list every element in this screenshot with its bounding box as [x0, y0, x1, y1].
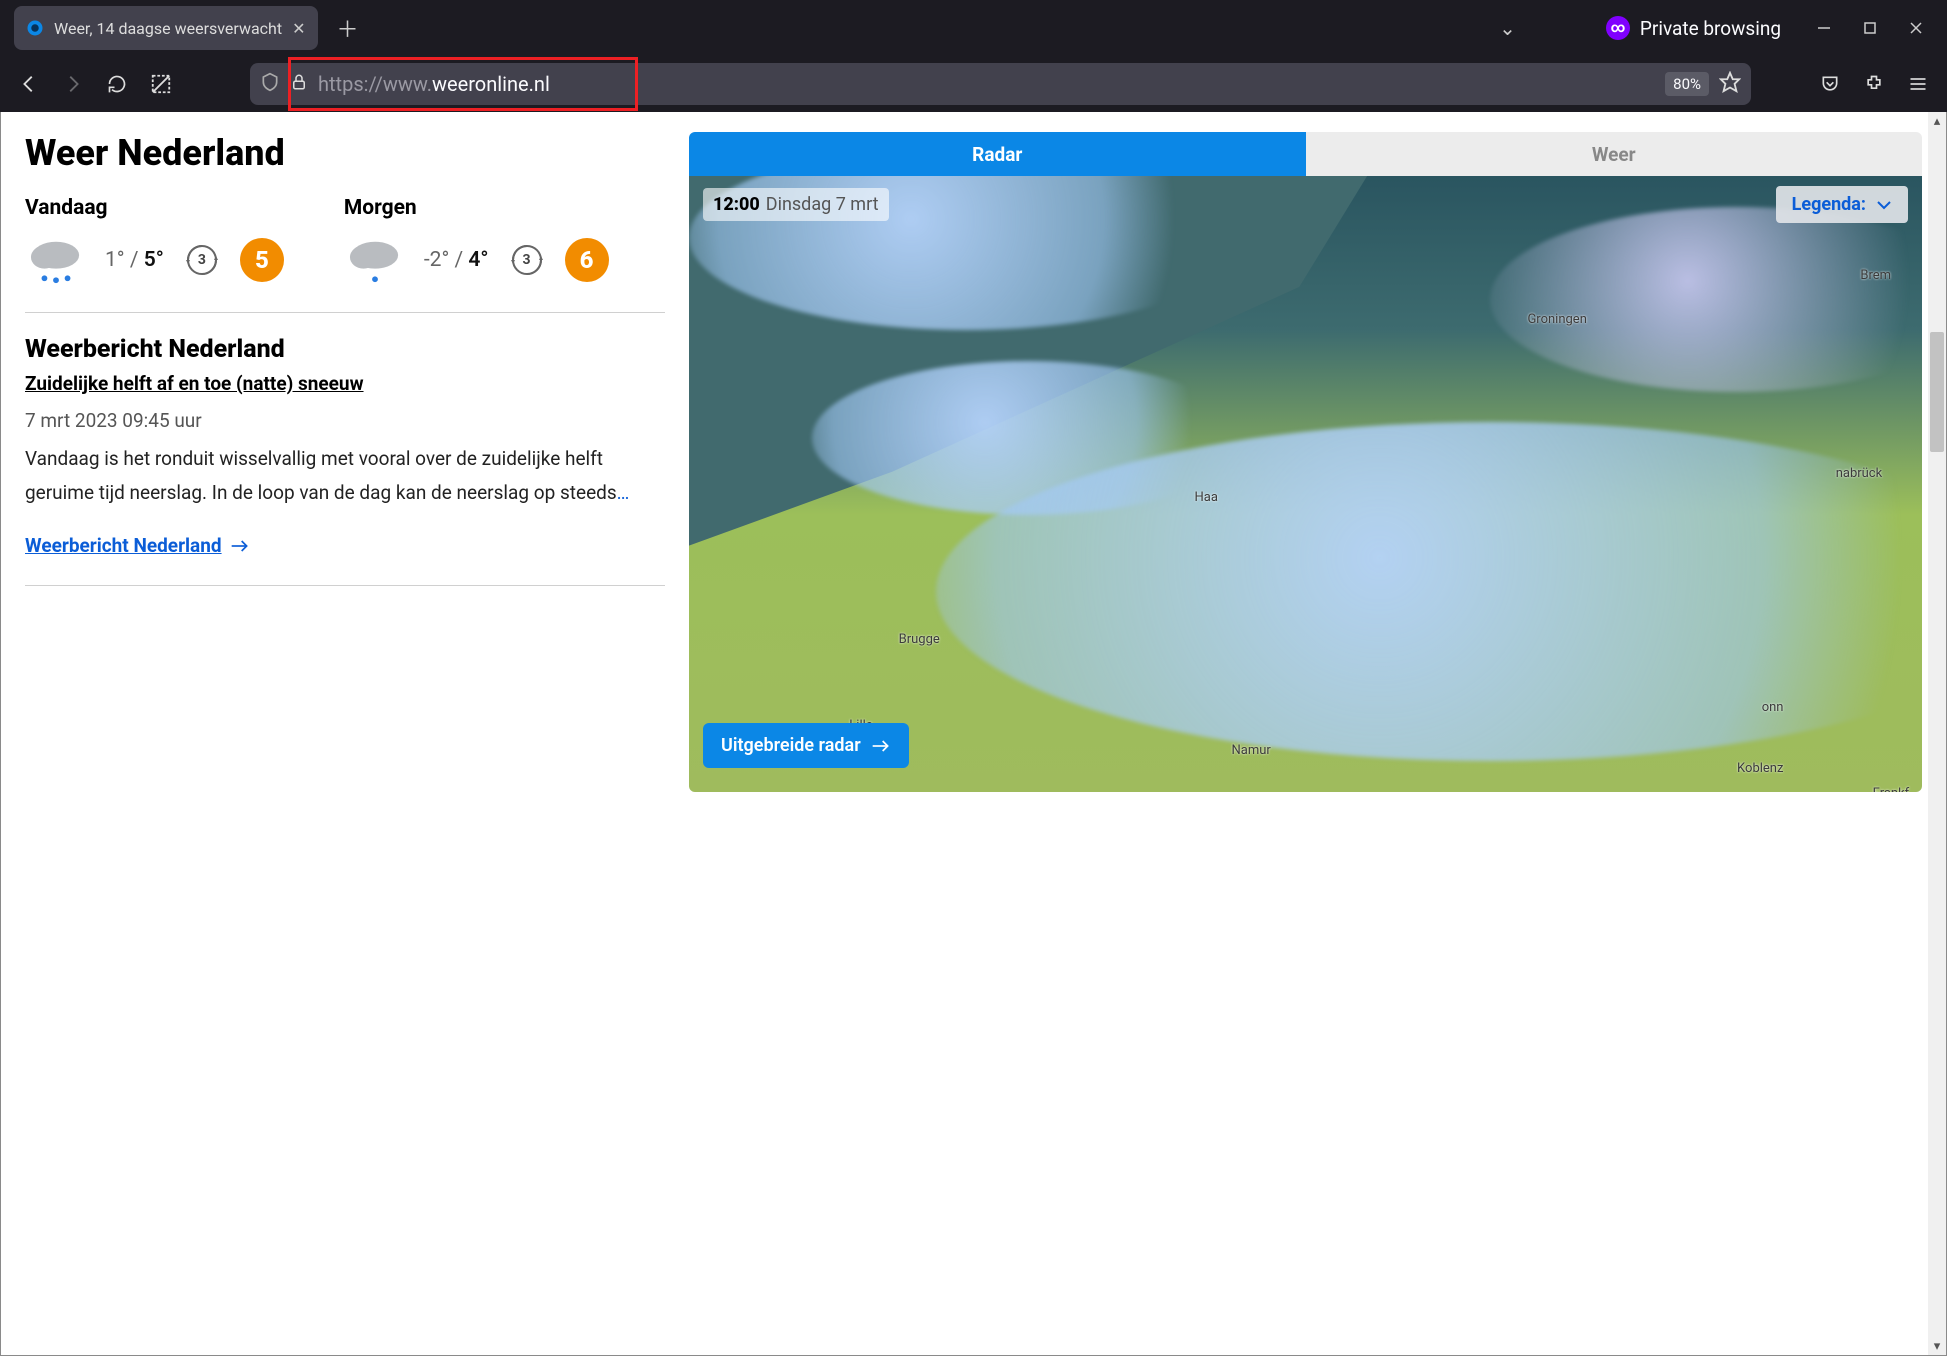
window-maximize-button[interactable]: [1847, 9, 1893, 47]
today-wind-icon: 3: [182, 240, 222, 280]
map-city-label: Koblenz: [1737, 761, 1783, 776]
expand-radar-button[interactable]: Uitgebreide radar: [703, 723, 909, 768]
divider: [25, 585, 665, 586]
cloud-rain-icon: [25, 234, 87, 286]
cloud-drizzle-icon: [344, 234, 406, 286]
legend-button[interactable]: Legenda:: [1776, 186, 1908, 223]
browser-tab[interactable]: Weer, 14 daagse weersverwacht ✕: [14, 6, 318, 50]
window-close-button[interactable]: [1893, 9, 1939, 47]
forward-button[interactable]: [54, 65, 92, 103]
radar-widget: Radar Weer Groningen Brem nabrück Haa Brugge…: [689, 132, 1922, 792]
tabs-dropdown-icon[interactable]: ⌄: [1499, 16, 1516, 40]
tomorrow-label: Morgen: [344, 196, 609, 220]
zoom-badge[interactable]: 80%: [1665, 72, 1709, 96]
tab-title: Weer, 14 daagse weersverwacht: [54, 19, 282, 38]
tab-radar[interactable]: Radar: [689, 132, 1306, 176]
chevron-down-icon: [1876, 199, 1892, 211]
report-subheading[interactable]: Zuidelijke helft af en toe (natte) sneeu…: [25, 372, 665, 395]
reload-button[interactable]: [98, 65, 136, 103]
arrow-right-icon: [230, 538, 250, 554]
weather-favicon: [26, 19, 44, 37]
today-label: Vandaag: [25, 196, 284, 220]
map-city-label: Brem: [1860, 268, 1891, 283]
scroll-up-icon[interactable]: ▴: [1928, 112, 1946, 130]
report-body: Vandaag is het ronduit wisselvallig met …: [25, 442, 665, 510]
tomorrow-temps: -2° / 4°: [424, 248, 489, 272]
forecast-tomorrow[interactable]: Morgen -2° / 4° 3 6: [344, 196, 609, 286]
bookmark-star-icon[interactable]: [1719, 71, 1741, 97]
pocket-button[interactable]: [1811, 65, 1849, 103]
tomorrow-rating-badge: 6: [565, 238, 609, 282]
map-city-label: onn: [1762, 700, 1784, 715]
shield-icon[interactable]: [260, 72, 280, 96]
report-full-link[interactable]: Weerbericht Nederland: [25, 534, 250, 557]
scroll-down-icon[interactable]: ▾: [1928, 1337, 1946, 1355]
address-bar[interactable]: https://www.weeronline.nl 80%: [250, 63, 1751, 105]
radar-map[interactable]: GroningenBremnabrückHaaBruggeLilleNamuro…: [689, 176, 1922, 792]
map-city-label: Groningen: [1527, 312, 1586, 327]
mask-icon: ∞: [1606, 16, 1630, 40]
screenshot-button[interactable]: [142, 65, 180, 103]
forecast-today[interactable]: Vandaag 1° / 5° 3 5: [25, 196, 284, 286]
private-label: Private browsing: [1640, 17, 1781, 40]
app-menu-button[interactable]: [1899, 65, 1937, 103]
url-text: https://www.weeronline.nl: [318, 72, 1655, 96]
forecast-summary: Vandaag 1° / 5° 3 5: [25, 196, 665, 313]
tab-weer[interactable]: Weer: [1306, 132, 1923, 176]
tomorrow-wind-icon: 3: [507, 240, 547, 280]
back-button[interactable]: [10, 65, 48, 103]
page-scrollbar[interactable]: ▴ ▾: [1928, 112, 1946, 1355]
tab-close-icon[interactable]: ✕: [292, 19, 305, 38]
page-title: Weer Nederland: [25, 132, 665, 174]
arrow-right-icon: [871, 739, 891, 753]
radar-timestamp: 12:00Dinsdag 7 mrt: [703, 188, 889, 221]
new-tab-button[interactable]: ＋: [330, 10, 366, 46]
window-minimize-button[interactable]: [1801, 9, 1847, 47]
today-rating-badge: 5: [240, 238, 284, 282]
report-timestamp: 7 mrt 2023 09:45 uur: [25, 409, 665, 432]
map-city-label: Haa: [1195, 490, 1218, 505]
map-city-label: Brugge: [899, 632, 940, 647]
scroll-thumb[interactable]: [1930, 332, 1944, 452]
today-temps: 1° / 5°: [105, 248, 164, 272]
report-heading: Weerbericht Nederland: [25, 335, 665, 364]
lock-icon[interactable]: [290, 73, 308, 95]
extensions-button[interactable]: [1855, 65, 1893, 103]
map-city-label: nabrück: [1836, 466, 1883, 481]
map-city-label: Frankf: [1873, 786, 1910, 792]
map-city-label: Namur: [1232, 743, 1271, 758]
private-browsing-badge: ∞ Private browsing: [1606, 16, 1781, 40]
